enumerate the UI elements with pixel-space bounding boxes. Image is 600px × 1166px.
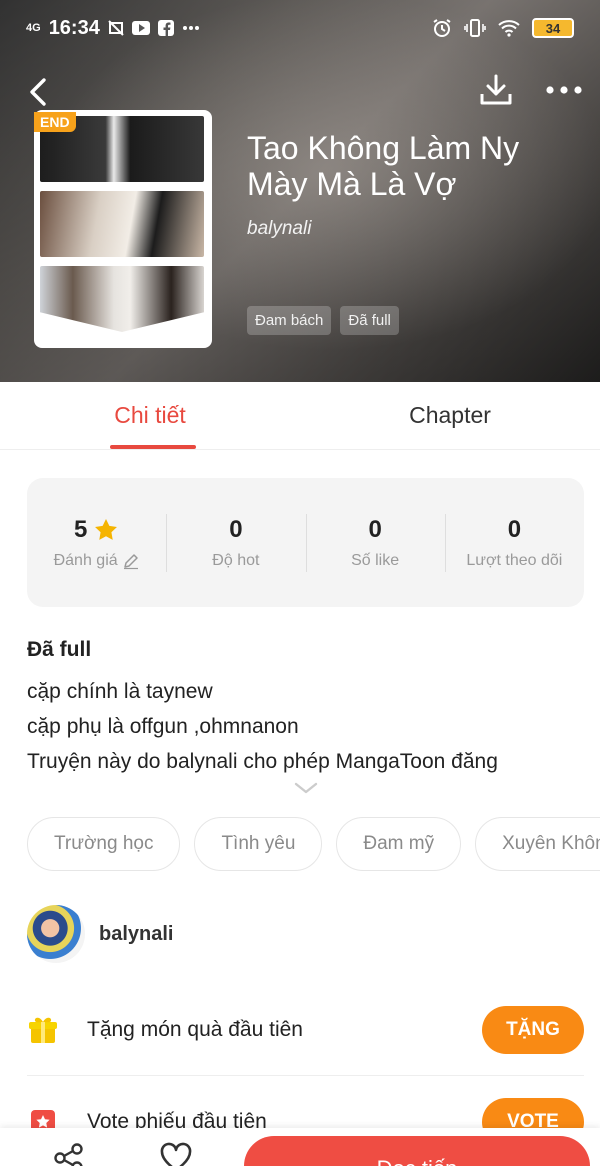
rating-value: 5 bbox=[73, 515, 88, 543]
genre-chip[interactable]: Trường học bbox=[27, 817, 181, 871]
favorite-button[interactable] bbox=[158, 1142, 194, 1166]
genre-chip[interactable]: Đam mỹ bbox=[336, 817, 462, 871]
genre-chip[interactable]: Xuyên Không bbox=[475, 817, 600, 871]
hotness-label: Độ hot bbox=[212, 551, 260, 569]
stats-card: 5 Đánh giá 0 Độ hot 0 Số like 0 Lượt the… bbox=[27, 478, 584, 607]
followers-value: 0 bbox=[507, 515, 522, 543]
description-line: Truyện này do balynali cho phép MangaToo… bbox=[27, 750, 498, 773]
divider bbox=[27, 1075, 584, 1076]
wifi-icon bbox=[498, 19, 520, 37]
notification-muted-icon bbox=[108, 20, 124, 36]
followers-label: Lượt theo dõi bbox=[466, 551, 563, 569]
author-row[interactable]: balynali bbox=[27, 905, 173, 963]
end-badge: END bbox=[34, 112, 76, 132]
tab-chapters[interactable]: Chapter bbox=[300, 382, 600, 449]
stat-followers: 0 Lượt theo dõi bbox=[444, 512, 584, 574]
edit-pencil-icon[interactable] bbox=[122, 552, 140, 570]
cover-panel bbox=[40, 191, 204, 257]
tab-details[interactable]: Chi tiết bbox=[0, 382, 300, 449]
stat-hotness: 0 Độ hot bbox=[166, 512, 305, 574]
network-type: 4G bbox=[26, 22, 41, 34]
tag-chip[interactable]: Đã full bbox=[340, 306, 399, 335]
facebook-icon bbox=[157, 20, 174, 36]
bottom-action-bar: Đọc tiếp bbox=[0, 1128, 600, 1166]
stat-rating[interactable]: 5 Đánh giá bbox=[27, 512, 166, 574]
star-icon bbox=[95, 518, 118, 540]
rating-label: Đánh giá bbox=[53, 551, 118, 569]
tag-list: Đam bách Đã full bbox=[247, 306, 399, 335]
description-line: cặp chính là taynew bbox=[27, 680, 213, 703]
genre-list: Trường học Tình yêu Đam mỹ Xuyên Không bbox=[27, 817, 600, 873]
gift-button[interactable]: TẶNG bbox=[482, 1006, 584, 1054]
chevron-left-icon bbox=[30, 78, 46, 106]
gift-icon bbox=[27, 1014, 59, 1046]
share-icon bbox=[54, 1143, 83, 1166]
tag-chip[interactable]: Đam bách bbox=[247, 306, 332, 335]
likes-value: 0 bbox=[368, 515, 382, 543]
download-button[interactable] bbox=[478, 72, 514, 108]
share-button[interactable] bbox=[52, 1142, 86, 1166]
genre-chip[interactable]: Tình yêu bbox=[194, 817, 323, 871]
battery-indicator: 34 bbox=[532, 18, 574, 38]
heart-icon bbox=[160, 1142, 192, 1166]
stat-likes: 0 Số like bbox=[305, 512, 445, 574]
cover-panel bbox=[40, 266, 204, 332]
description-heading: Đã full bbox=[27, 638, 92, 661]
gift-row: Tặng món quà đầu tiên TẶNG bbox=[27, 995, 584, 1065]
alarm-icon bbox=[432, 18, 452, 38]
author-name[interactable]: balynali bbox=[99, 923, 173, 946]
manga-author[interactable]: balynali bbox=[247, 218, 311, 240]
description-line: cặp phụ là offgun ,ohmnanon bbox=[27, 715, 299, 738]
continue-reading-button[interactable]: Đọc tiếp bbox=[244, 1136, 590, 1166]
more-dots-icon bbox=[546, 86, 582, 94]
cover-image bbox=[34, 110, 212, 348]
vibrate-icon bbox=[464, 18, 486, 38]
description: Đã full cặp chính là taynew cặp phụ là o… bbox=[27, 638, 587, 779]
more-notifications-icon bbox=[182, 25, 200, 31]
download-icon bbox=[480, 74, 512, 105]
back-button[interactable] bbox=[24, 74, 54, 110]
gift-label: Tặng món quà đầu tiên bbox=[87, 1018, 303, 1041]
clock: 16:34 bbox=[48, 16, 100, 39]
tab-bar: Chi tiết Chapter bbox=[0, 382, 600, 450]
likes-label: Số like bbox=[351, 551, 400, 569]
chevron-down-icon bbox=[294, 782, 318, 794]
youtube-icon bbox=[131, 21, 150, 35]
avatar[interactable] bbox=[27, 905, 85, 963]
top-navigation bbox=[0, 70, 600, 114]
hotness-value: 0 bbox=[229, 515, 243, 543]
manga-title: Tao Không Làm Ny Mày Mà Là Vợ bbox=[247, 130, 520, 202]
status-bar: 4G 16:34 34 bbox=[0, 0, 600, 56]
more-options-button[interactable] bbox=[544, 80, 584, 100]
expand-description-button[interactable] bbox=[293, 780, 319, 796]
